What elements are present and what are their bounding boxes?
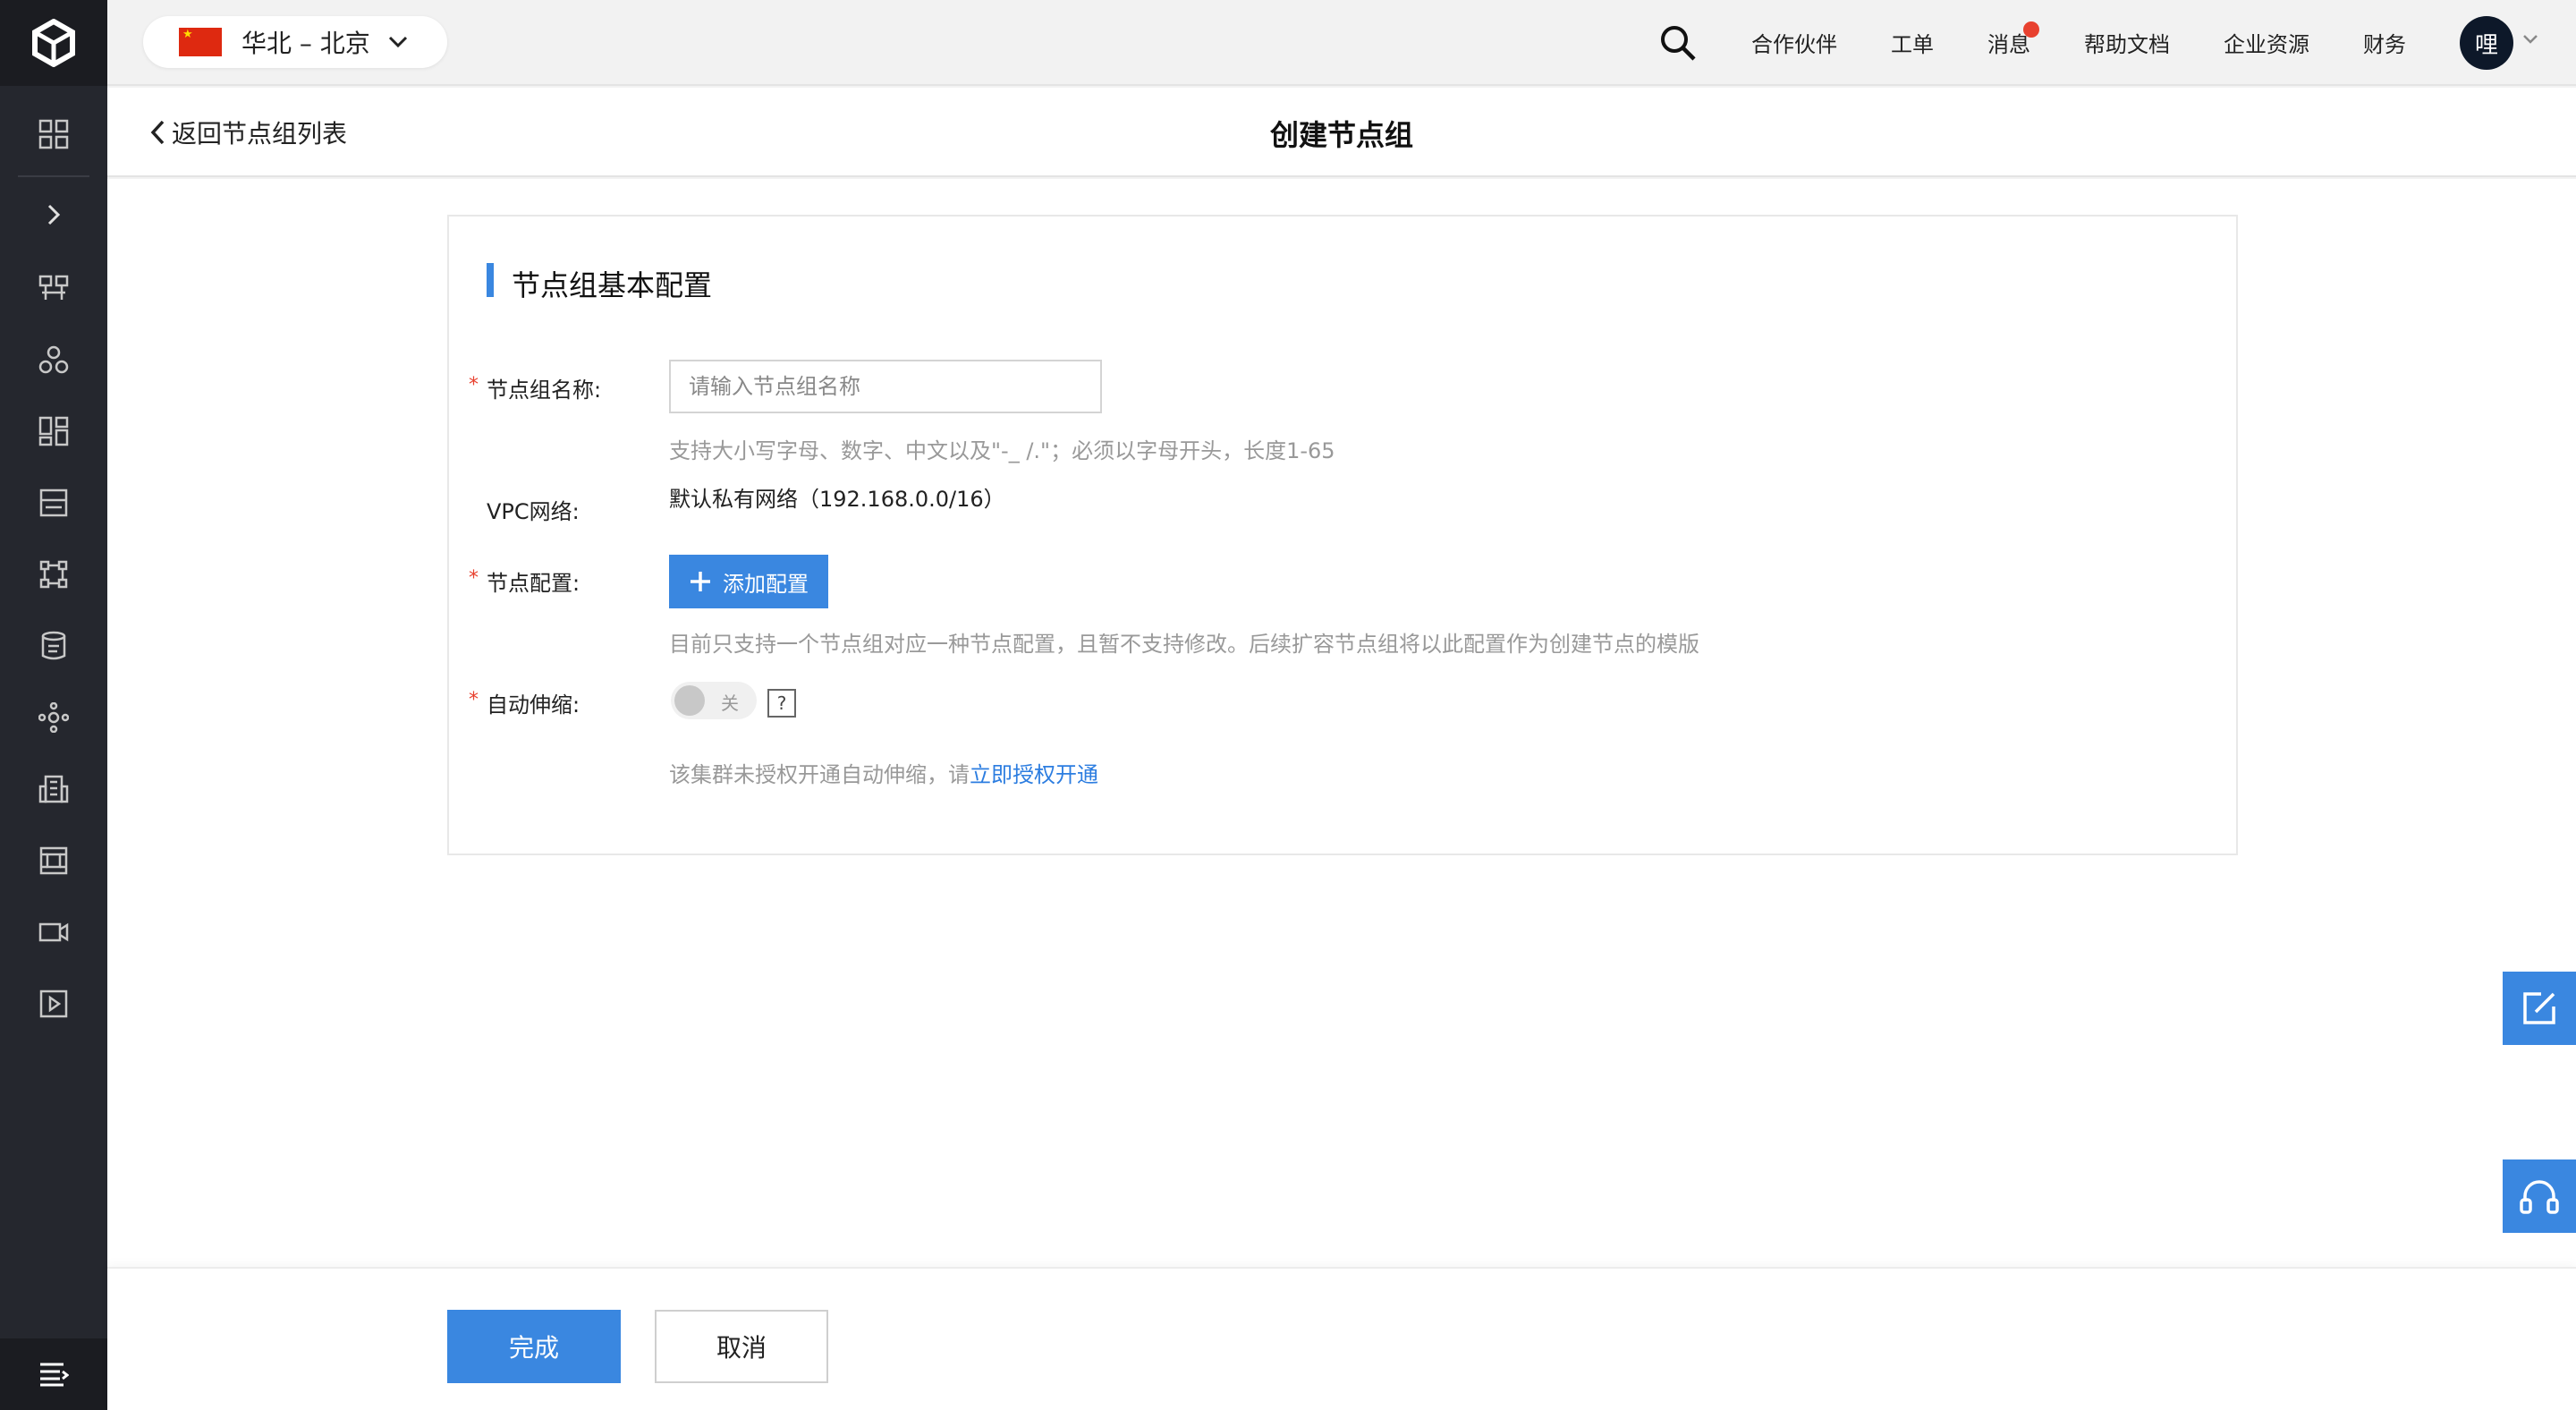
node-config-label: 节点配置: (487, 571, 580, 596)
toggle-state-label: 关 (721, 692, 739, 714)
required-mark: * (469, 689, 479, 711)
service-mesh-icon[interactable] (34, 698, 73, 737)
avatar[interactable]: 哩 (2460, 16, 2513, 70)
expand-chevron-icon[interactable] (34, 195, 73, 234)
top-header: 华北 – 北京 合作伙伴 工单 消息 帮助文档 企业资源 财务 哩 (107, 0, 2576, 86)
logo[interactable] (0, 0, 107, 86)
autoscale-toggle[interactable]: 关 (671, 682, 757, 719)
add-config-label: 添加配置 (723, 571, 809, 597)
menu-toggle-icon[interactable] (0, 1338, 107, 1410)
section-title: 节点组基本配置 (512, 268, 713, 302)
required-mark: * (469, 374, 479, 396)
plus-icon (691, 572, 710, 591)
search-icon[interactable] (1657, 21, 1699, 64)
node-config-hint: 目前只支持一个节点组对应一种节点配置，且暂不支持修改。后续扩容节点组将以此配置作… (669, 632, 1699, 657)
nav-tickets[interactable]: 工单 (1891, 27, 1934, 58)
form-card: 节点组基本配置 * 节点组名称: 支持大小写字母、数字、中文以及"-_ /."；… (447, 215, 2238, 855)
authorization-notice: 该集群未授权开通自动伸缩，请立即授权开通 (669, 757, 1098, 788)
nav-partners[interactable]: 合作伙伴 (1751, 27, 1837, 58)
done-button[interactable]: 完成 (447, 1310, 621, 1383)
command-network-icon[interactable] (34, 555, 73, 594)
vpc-label: VPC网络: (487, 499, 580, 524)
authorization-text: 该集群未授权开通自动伸缩，请 (669, 762, 970, 787)
sidebar-divider (18, 175, 89, 177)
dashboard-grid-icon[interactable] (34, 115, 73, 154)
page-header: 创建节点组 返回节点组列表 (107, 88, 2576, 177)
nav-finance[interactable]: 财务 (2363, 27, 2406, 58)
region-label: 华北 – 北京 (242, 29, 370, 58)
back-link-label: 返回节点组列表 (172, 119, 348, 149)
storage-disk-icon[interactable] (34, 483, 73, 522)
database-icon[interactable] (34, 626, 73, 666)
main-content: 节点组基本配置 * 节点组名称: 支持大小写字母、数字、中文以及"-_ /."；… (107, 179, 2576, 1267)
page-title: 创建节点组 (1269, 118, 1413, 152)
region-selector[interactable]: 华北 – 北京 (143, 16, 447, 68)
building-icon[interactable] (34, 769, 73, 809)
nav-enterprise-resources[interactable]: 企业资源 (2224, 27, 2309, 58)
toggle-knob (674, 685, 705, 716)
chevron-left-icon (150, 120, 165, 145)
video-camera-icon[interactable] (34, 913, 73, 952)
chevron-down-icon (388, 36, 407, 48)
required-mark: * (469, 567, 479, 590)
cube-logo-icon (32, 19, 75, 67)
back-link[interactable]: 返回节点组列表 (148, 115, 347, 150)
autoscale-label: 自动伸缩: (487, 692, 580, 718)
vpc-value: 默认私有网络（192.168.0.0/16） (669, 487, 1005, 512)
node-group-name-input[interactable] (669, 360, 1102, 413)
form-footer: 完成 取消 (107, 1267, 2576, 1410)
china-flag-icon (179, 28, 222, 56)
frame-icon[interactable] (34, 841, 73, 880)
chevron-down-icon[interactable] (2522, 34, 2538, 45)
apps-icon[interactable] (34, 412, 73, 451)
nav-help-docs[interactable]: 帮助文档 (2084, 27, 2170, 58)
headset-icon (2520, 1180, 2559, 1214)
network-nodes-icon[interactable] (34, 268, 73, 308)
name-hint: 支持大小写字母、数字、中文以及"-_ /."；必须以字母开头，长度1-65 (669, 438, 1335, 463)
unread-badge (2023, 21, 2039, 38)
edit-icon (2523, 992, 2555, 1024)
add-config-button[interactable]: 添加配置 (669, 555, 828, 608)
cluster-icon[interactable] (34, 340, 73, 379)
cancel-button[interactable]: 取消 (655, 1310, 828, 1383)
feedback-edit-button[interactable] (2503, 972, 2576, 1045)
help-question-icon[interactable]: ? (767, 689, 796, 718)
authorize-link[interactable]: 立即授权开通 (970, 762, 1098, 787)
section-accent-bar (487, 263, 494, 297)
sidebar (0, 0, 107, 1410)
play-icon[interactable] (34, 984, 73, 1024)
support-button[interactable] (2503, 1159, 2576, 1233)
name-label: 节点组名称: (487, 378, 602, 403)
